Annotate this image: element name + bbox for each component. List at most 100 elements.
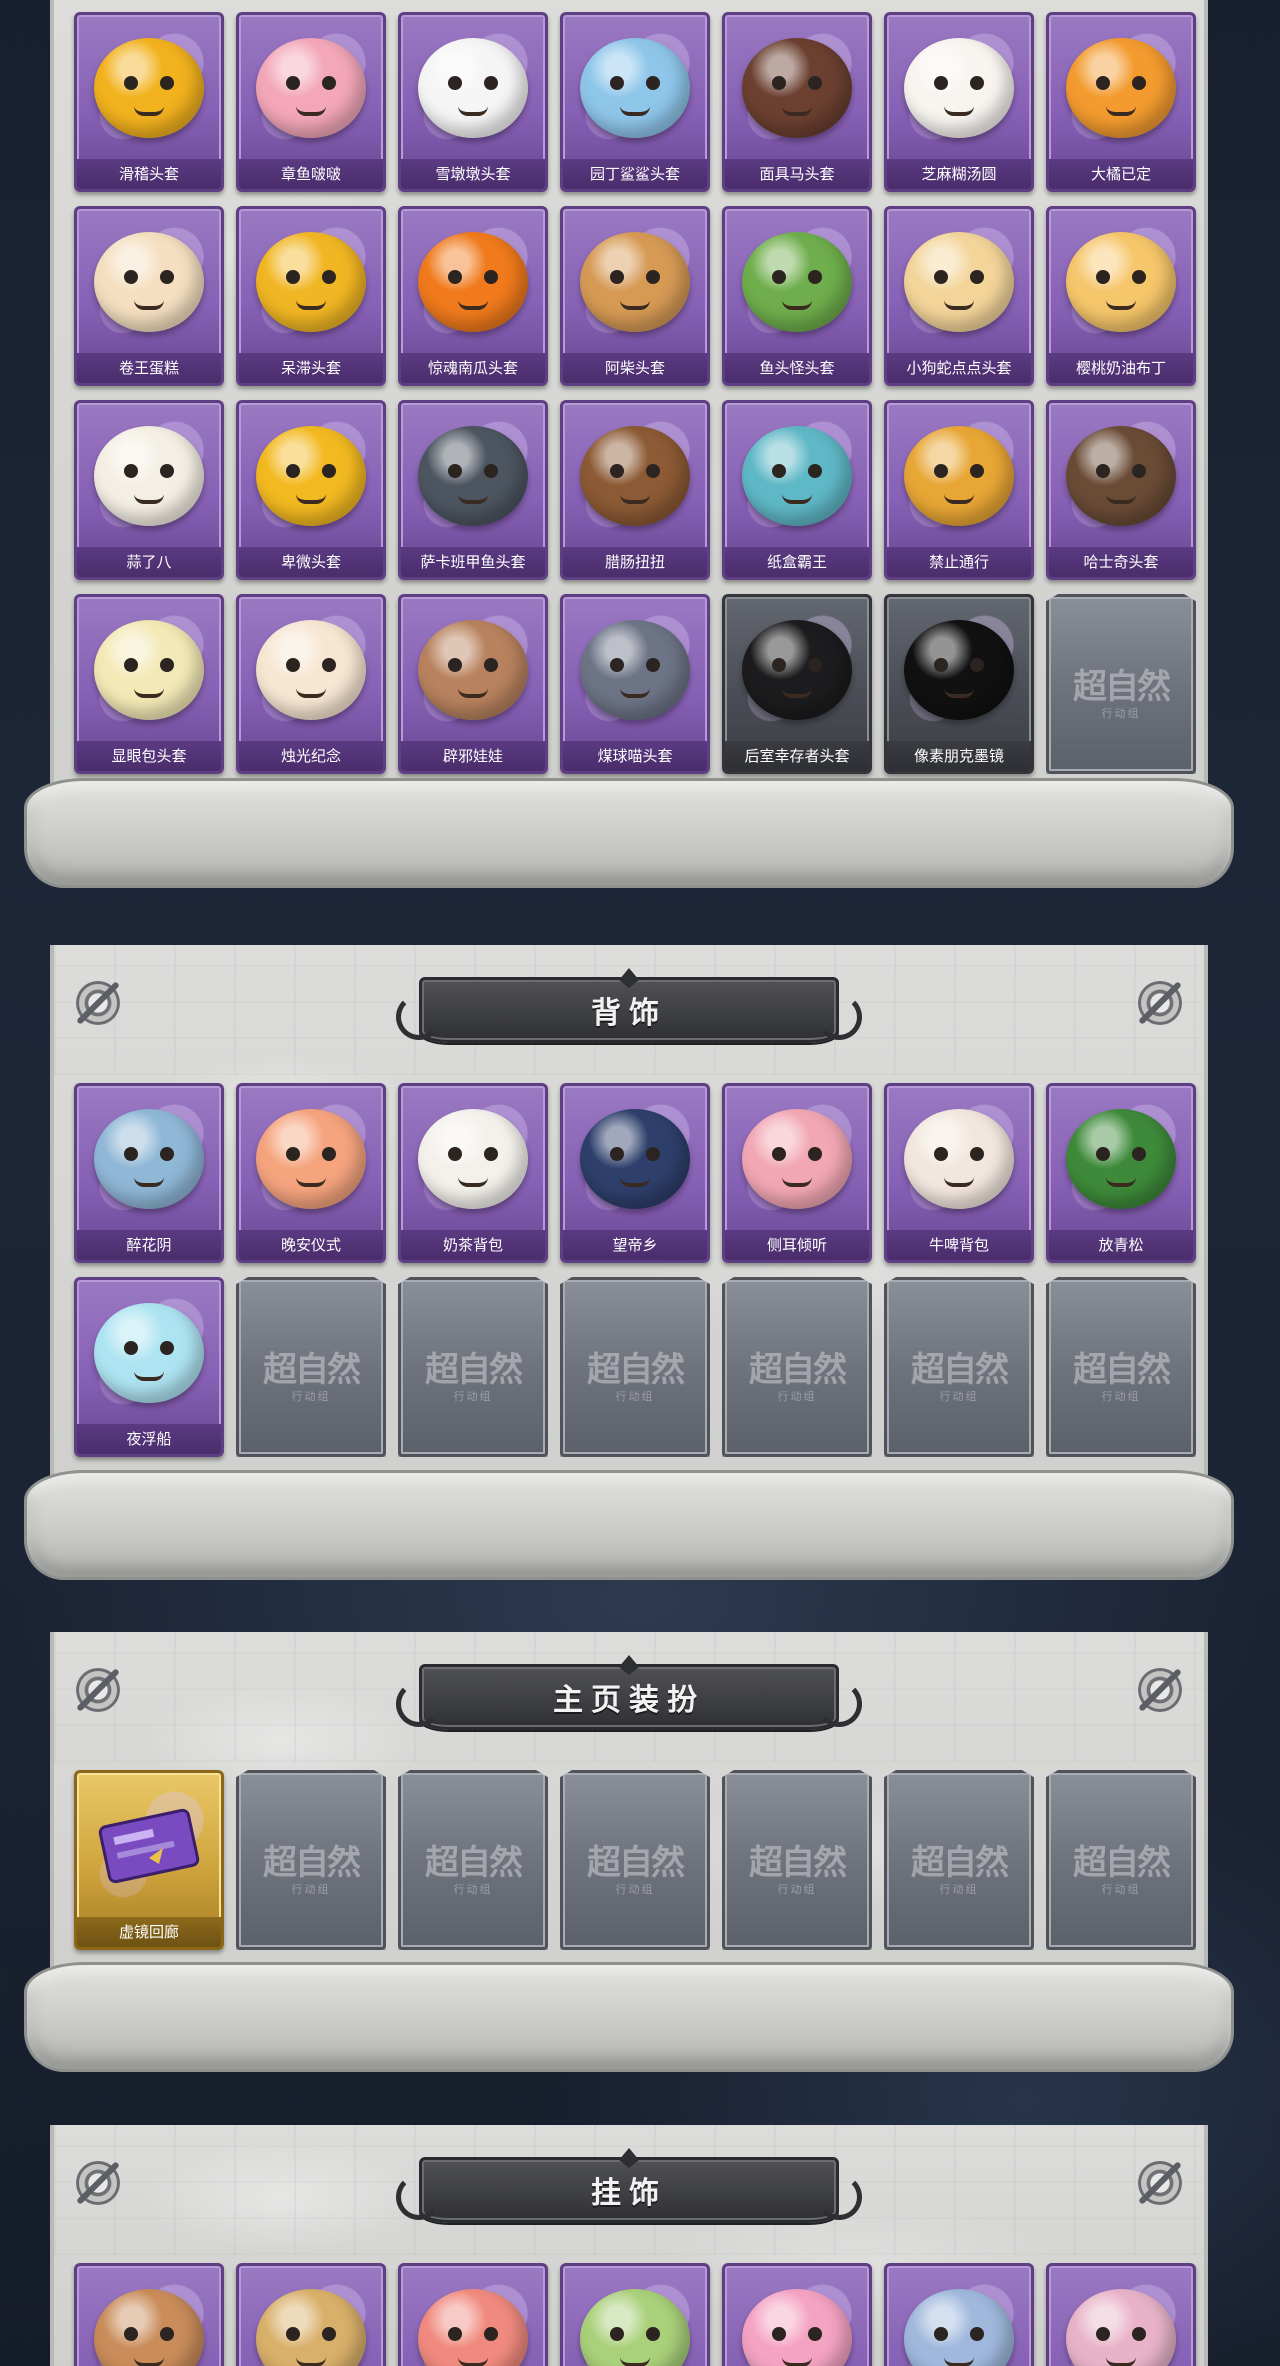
watermark-subtitle: 行动组 (615, 1883, 655, 1896)
scroll-bottom (24, 1962, 1234, 2072)
watermark-logo: 超自然 (911, 1843, 1009, 1883)
item-card[interactable] (884, 2263, 1034, 2366)
item-label: 禁止通行 (887, 547, 1031, 577)
item-card[interactable] (722, 2263, 872, 2366)
item-label: 卑微头套 (239, 547, 383, 577)
horse-head-icon (742, 33, 852, 143)
item-card[interactable]: 醉花阴 (74, 1083, 224, 1263)
pixel-sunglasses-icon (904, 615, 1014, 725)
item-card[interactable] (398, 2263, 548, 2366)
doll-head-icon (418, 615, 528, 725)
item-card[interactable]: 惊魂南瓜头套 (398, 206, 548, 386)
item-card[interactable]: 后室幸存者头套 (722, 594, 872, 774)
watermark-subtitle: 行动组 (777, 1883, 817, 1896)
item-card[interactable]: 呆滞头套 (236, 206, 386, 386)
item-card[interactable]: 夜浮船 (74, 1277, 224, 1457)
item-card[interactable]: 蒜了八 (74, 400, 224, 580)
dachshund-head-icon (580, 421, 690, 531)
garlic-head-icon (94, 421, 204, 531)
item-card[interactable]: 纸盒霸王 (722, 400, 872, 580)
item-card[interactable]: 面具马头套 (722, 12, 872, 192)
compass-ornament-icon (76, 1668, 120, 1712)
item-card[interactable]: 煤球喵头套 (560, 594, 710, 774)
item-label: 煤球喵头套 (563, 741, 707, 771)
watermark-subtitle: 行动组 (939, 1390, 979, 1403)
item-card[interactable]: 小狗蛇点点头套 (884, 206, 1034, 386)
item-label: 小狗蛇点点头套 (887, 353, 1031, 383)
item-label: 面具马头套 (725, 159, 869, 189)
item-card[interactable]: 晚安仪式 (236, 1083, 386, 1263)
compass-ornament-icon (1138, 1668, 1182, 1712)
item-card[interactable]: 园丁鲨鲨头套 (560, 12, 710, 192)
bear-charm-icon (94, 2284, 204, 2366)
item-card[interactable]: 芝麻糊汤圆 (884, 12, 1034, 192)
watermark-subtitle: 行动组 (453, 1390, 493, 1403)
purple-ticket-icon (94, 1791, 204, 1901)
traffic-cone-icon (904, 421, 1014, 531)
item-card[interactable]: 鱼头怪头套 (722, 206, 872, 386)
item-label: 烛光纪念 (239, 741, 383, 771)
watermark-logo: 超自然 (587, 1350, 685, 1390)
watermark-subtitle: 行动组 (1101, 707, 1141, 720)
item-card[interactable]: 辟邪娃娃 (398, 594, 548, 774)
empty-slot: 超自然 行动组 (722, 1770, 872, 1950)
item-card[interactable]: 卷王蛋糕 (74, 206, 224, 386)
item-card[interactable]: 萨卡班甲鱼头套 (398, 400, 548, 580)
watermark-logo: 超自然 (425, 1350, 523, 1390)
item-card[interactable]: 樱桃奶油布丁 (1046, 206, 1196, 386)
compass-ornament-icon (1138, 981, 1182, 1025)
item-card[interactable]: 大橘已定 (1046, 12, 1196, 192)
floral-wings-icon (94, 1104, 204, 1214)
item-card[interactable]: 腊肠扭扭 (560, 400, 710, 580)
item-card[interactable]: 奶茶背包 (398, 1083, 548, 1263)
item-card[interactable] (560, 2263, 710, 2366)
watermark-subtitle: 行动组 (615, 1390, 655, 1403)
item-label: 阿柴头套 (563, 353, 707, 383)
item-label: 哈士奇头套 (1049, 547, 1193, 577)
section-title: 主页装扮 (553, 1683, 705, 1718)
shark-head-icon (580, 33, 690, 143)
empty-slot: 超自然 行动组 (1046, 1277, 1196, 1457)
item-card[interactable]: 放青松 (1046, 1083, 1196, 1263)
item-label: 侧耳倾听 (725, 1230, 869, 1260)
empty-slot: 超自然 行动组 (398, 1770, 548, 1950)
roll-cake-head-icon (94, 227, 204, 337)
watermark-logo: 超自然 (263, 1350, 361, 1390)
item-card[interactable]: 显眼包头套 (74, 594, 224, 774)
item-card[interactable] (1046, 2263, 1196, 2366)
item-card[interactable]: 雪墩墩头套 (398, 12, 548, 192)
item-card[interactable] (236, 2263, 386, 2366)
item-label: 鱼头怪头套 (725, 353, 869, 383)
watermark-subtitle: 行动组 (291, 1390, 331, 1403)
fish-head-icon (742, 227, 852, 337)
item-card[interactable]: 禁止通行 (884, 400, 1034, 580)
watermark-logo: 超自然 (425, 1843, 523, 1883)
empty-slot: 超自然 行动组 (1046, 1770, 1196, 1950)
lotus-ring-icon (742, 1104, 852, 1214)
item-label: 像素朋克墨镜 (887, 741, 1031, 771)
jellyfish-ship-icon (94, 1298, 204, 1408)
item-card[interactable]: 哈士奇头套 (1046, 400, 1196, 580)
elf-charm-icon (256, 2284, 366, 2366)
item-card[interactable]: 滑稽头套 (74, 12, 224, 192)
item-card[interactable]: 阿柴头套 (560, 206, 710, 386)
item-card[interactable]: 像素朋克墨镜 (884, 594, 1034, 774)
sad-face-head-icon (256, 421, 366, 531)
item-label: 呆滞头套 (239, 353, 383, 383)
item-card[interactable]: 牛啤背包 (884, 1083, 1034, 1263)
item-label: 萨卡班甲鱼头套 (401, 547, 545, 577)
heads-grid: 滑稽头套 章鱼啵啵 雪墩墩头套 园丁鲨鲨头套 面具马头套 芝麻糊汤圆 大橘已定卷王蛋糕 呆滞头… (74, 12, 1196, 774)
item-card[interactable]: 卑微头套 (236, 400, 386, 580)
watermark-subtitle: 行动组 (1101, 1883, 1141, 1896)
gray-cat-head-icon (580, 615, 690, 725)
item-card[interactable]: 烛光纪念 (236, 594, 386, 774)
item-card[interactable] (74, 2263, 224, 2366)
item-card[interactable]: 侧耳倾听 (722, 1083, 872, 1263)
item-card[interactable]: 章鱼啵啵 (236, 12, 386, 192)
watermark-subtitle: 行动组 (291, 1883, 331, 1896)
empty-slot: 超自然 行动组 (884, 1277, 1034, 1457)
item-card[interactable]: 虚镜回廊 (74, 1770, 224, 1950)
dumpling-head-icon (904, 33, 1014, 143)
item-card[interactable]: 望帝乡 (560, 1083, 710, 1263)
charms-panel: 挂饰 (50, 2125, 1208, 2366)
